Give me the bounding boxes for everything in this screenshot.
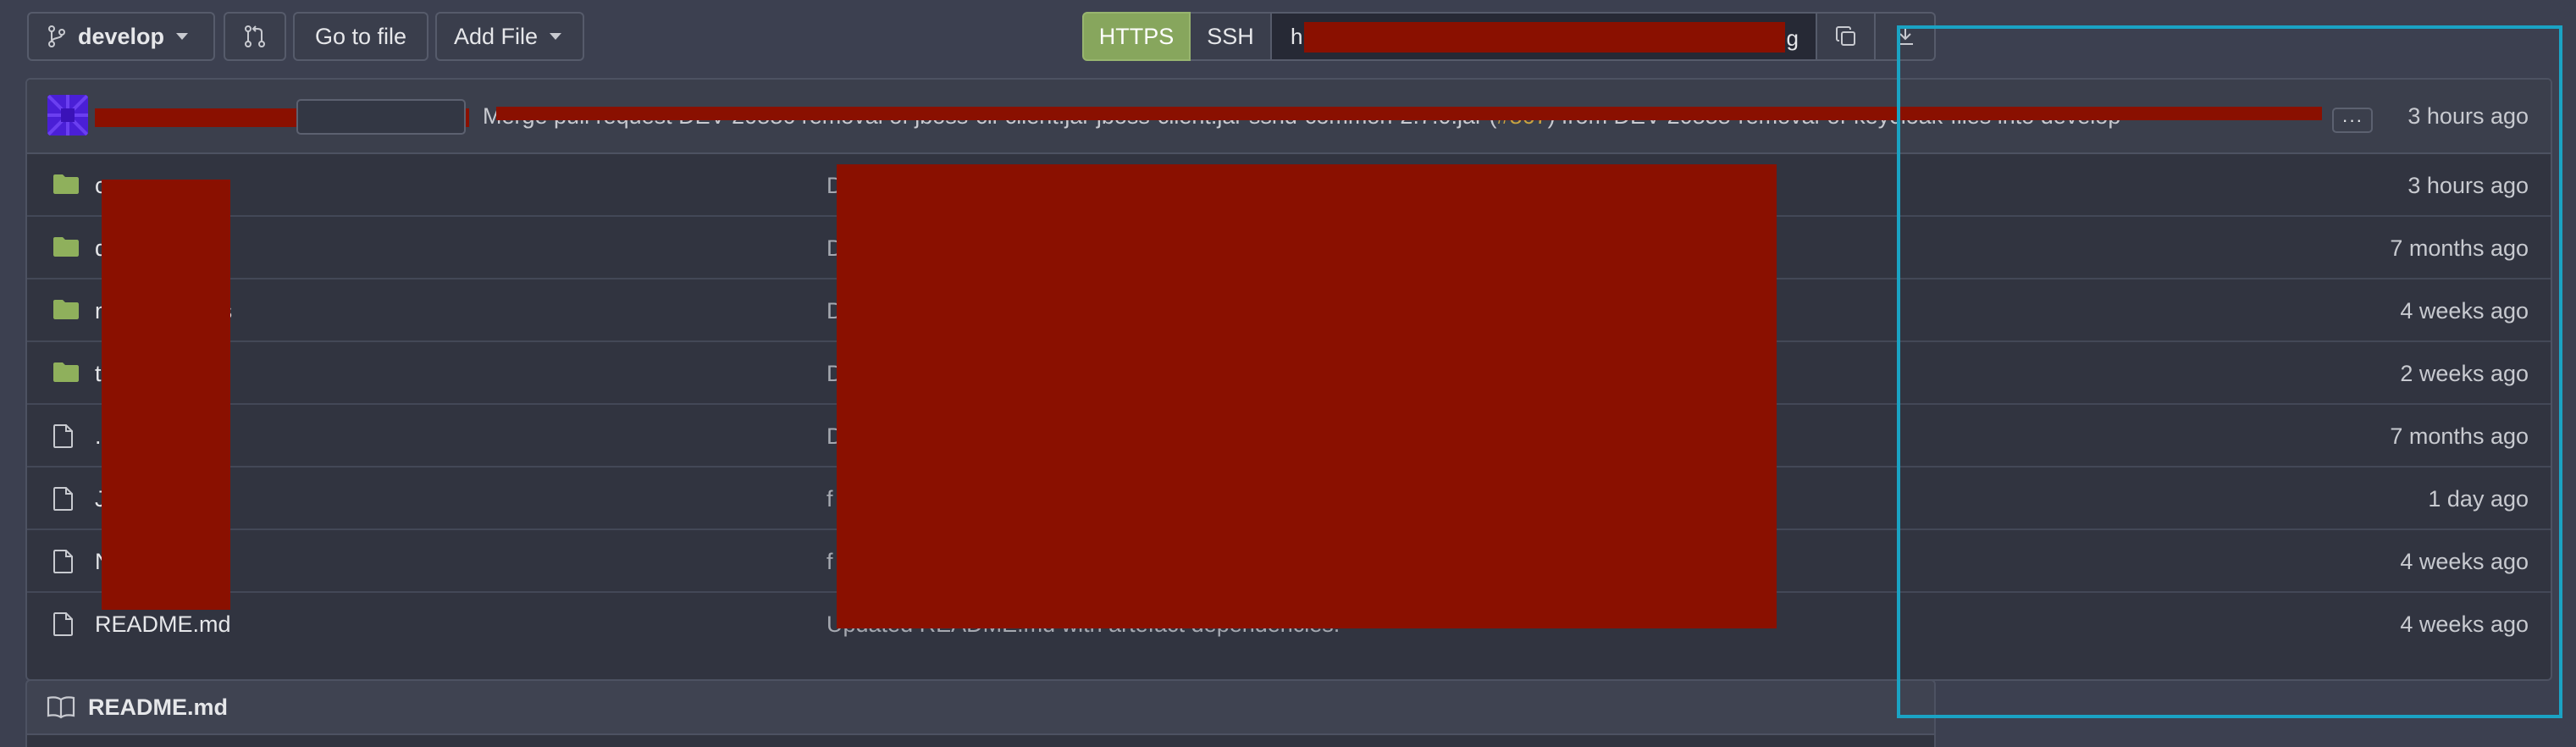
repo-toolbar: develop Go to file Add File HTTPS SSH h … bbox=[0, 0, 2576, 73]
copy-icon bbox=[1835, 26, 1855, 46]
file-icon bbox=[53, 486, 75, 516]
latest-commit-row: Merge pull request DEV-20886 removal of … bbox=[27, 80, 2551, 154]
compare-button[interactable] bbox=[224, 12, 286, 61]
folder-icon bbox=[53, 361, 80, 387]
more-options-button[interactable]: ··· bbox=[2332, 108, 2373, 133]
copy-url-button[interactable] bbox=[1816, 12, 1876, 61]
add-file-button[interactable]: Add File bbox=[435, 12, 584, 61]
file-icon bbox=[53, 423, 75, 453]
redaction-block bbox=[102, 180, 230, 610]
clone-url-start: h bbox=[1291, 23, 1303, 49]
identicon-icon bbox=[47, 95, 88, 136]
file-name[interactable]: . bbox=[95, 423, 102, 450]
avatar[interactable] bbox=[47, 95, 88, 136]
file-name[interactable]: t bbox=[95, 361, 102, 387]
readme-panel: README.md bbox=[25, 679, 1936, 747]
book-open-icon bbox=[46, 694, 76, 724]
file-name[interactable]: README.md bbox=[95, 611, 231, 638]
file-time: 7 months ago bbox=[2390, 235, 2529, 261]
folder-icon bbox=[53, 235, 80, 262]
https-tab[interactable]: HTTPS bbox=[1082, 12, 1191, 61]
go-to-file-button[interactable]: Go to file bbox=[293, 12, 428, 61]
file-icon bbox=[53, 611, 75, 641]
file-time: 3 hours ago bbox=[2407, 173, 2529, 198]
folder-icon bbox=[53, 298, 80, 324]
download-button[interactable] bbox=[1876, 12, 1936, 61]
redaction-block bbox=[1304, 22, 1785, 53]
branch-name: develop bbox=[78, 23, 165, 49]
file-table: Merge pull request DEV-20886 removal of … bbox=[25, 78, 2552, 681]
redaction-block bbox=[837, 164, 1777, 628]
clone-url-field[interactable]: h g bbox=[1272, 12, 1816, 61]
go-to-file-label: Go to file bbox=[314, 23, 407, 49]
clone-url-end: g bbox=[1786, 25, 1799, 51]
file-commit-message[interactable]: f bbox=[826, 486, 833, 512]
readme-title[interactable]: README.md bbox=[88, 694, 228, 721]
file-time: 4 weeks ago bbox=[2400, 298, 2529, 324]
chevron-down-icon bbox=[550, 33, 562, 40]
commit-time: 3 hours ago bbox=[2407, 103, 2529, 129]
clone-url-group: HTTPS SSH h g bbox=[1082, 12, 1936, 61]
file-time: 7 months ago bbox=[2390, 423, 2529, 449]
redaction-block bbox=[496, 107, 2322, 120]
file-time: 4 weeks ago bbox=[2400, 611, 2529, 637]
file-time: 1 day ago bbox=[2428, 486, 2529, 512]
add-file-label: Add File bbox=[454, 23, 539, 49]
chevron-down-icon bbox=[176, 33, 189, 40]
file-time: 4 weeks ago bbox=[2400, 549, 2529, 574]
git-pull-request-icon bbox=[245, 25, 265, 47]
file-icon bbox=[53, 549, 75, 578]
ssh-tab[interactable]: SSH bbox=[1191, 12, 1272, 61]
file-commit-message[interactable]: f bbox=[826, 549, 833, 575]
readme-content-edge bbox=[27, 733, 1934, 747]
git-branch-icon bbox=[48, 25, 65, 47]
folder-icon bbox=[53, 173, 80, 199]
download-icon bbox=[1897, 28, 1913, 45]
file-time: 2 weeks ago bbox=[2400, 361, 2529, 386]
commit-sha-button[interactable] bbox=[296, 99, 466, 135]
branch-selector[interactable]: develop bbox=[27, 12, 215, 61]
